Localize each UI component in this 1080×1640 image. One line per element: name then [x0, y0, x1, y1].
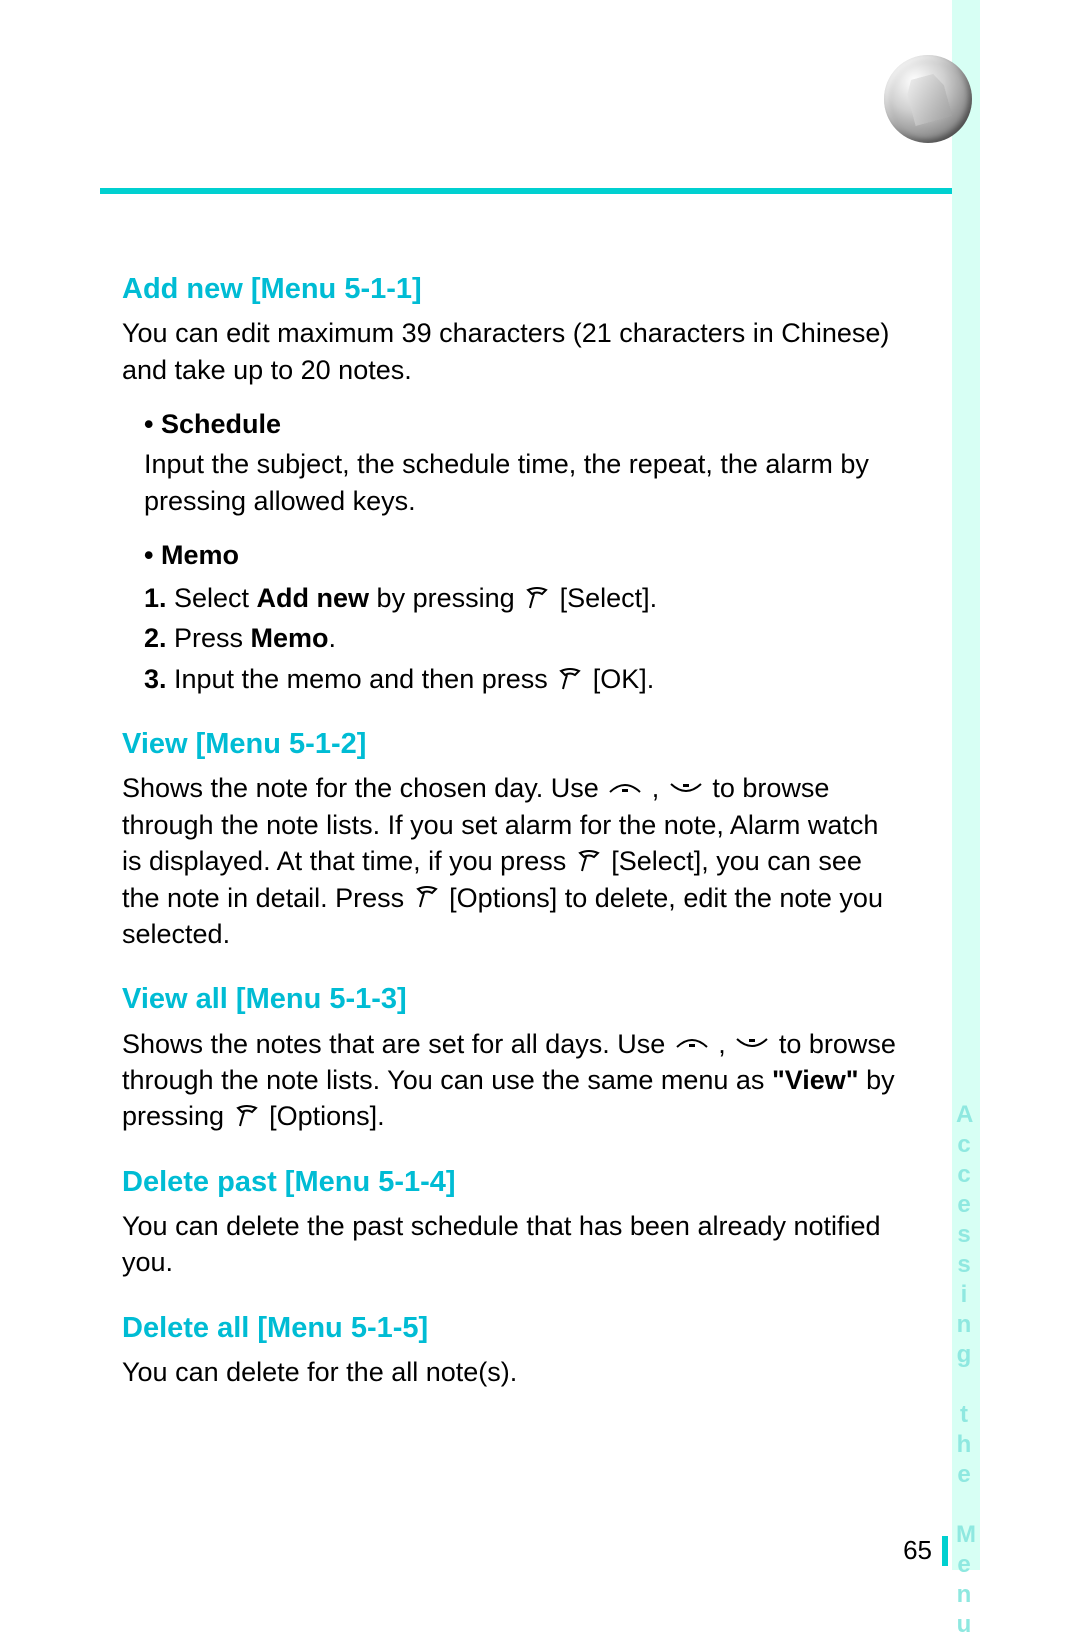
schedule-body: Input the subject, the schedule time, th… — [144, 446, 902, 519]
heading-view: View [Menu 5-1-2] — [122, 725, 902, 764]
memo-step3-text-a: Input the memo and then press — [174, 664, 555, 694]
view-text-a: Shows the note for the chosen day. Use — [122, 773, 606, 803]
memo-step1-text-d: [Select]. — [552, 583, 657, 613]
view-all-bold: "View" — [772, 1065, 859, 1095]
side-accent-stripe — [952, 0, 980, 1570]
page-content: Add new [Menu 5-1-1] You can edit maximu… — [122, 270, 902, 1398]
memo-steps: Select Add new by pressing [Select]. Pre… — [144, 580, 902, 697]
view-body: Shows the note for the chosen day. Use ,… — [122, 770, 902, 952]
delete-past-body: You can delete the past schedule that ha… — [122, 1208, 902, 1281]
schedule-heading: • Schedule — [144, 406, 902, 442]
left-softkey-icon — [576, 849, 602, 873]
memo-step2-text-c: . — [329, 623, 337, 653]
nav-down-icon — [735, 1035, 769, 1051]
header-rule — [100, 188, 952, 194]
view-all-body: Shows the notes that are set for all day… — [122, 1026, 902, 1135]
view-text-b: , — [644, 773, 667, 803]
add-new-intro: You can edit maximum 39 characters (21 c… — [122, 315, 902, 388]
left-softkey-icon — [557, 667, 583, 691]
left-softkey-icon — [414, 885, 440, 909]
memo-step-1: Select Add new by pressing [Select]. — [174, 580, 902, 616]
page-number-bar — [942, 1536, 948, 1566]
nav-down-icon — [669, 780, 703, 796]
memo-step-2: Press Memo. — [174, 620, 902, 656]
memo-step1-bold: Add new — [257, 583, 370, 613]
left-softkey-icon — [234, 1104, 260, 1128]
heading-delete-past: Delete past [Menu 5-1-4] — [122, 1163, 902, 1202]
left-softkey-icon — [524, 586, 550, 610]
memo-step2-text-a: Press — [174, 623, 251, 653]
delete-all-body: You can delete for the all note(s). — [122, 1354, 902, 1390]
memo-step2-bold: Memo — [251, 623, 329, 653]
memo-step1-text-a: Select — [174, 583, 257, 613]
nav-up-icon — [608, 780, 642, 796]
view-all-text-b: , — [711, 1029, 734, 1059]
heading-add-new: Add new [Menu 5-1-1] — [122, 270, 902, 309]
page-number-text: 65 — [903, 1535, 932, 1566]
nav-up-icon — [675, 1035, 709, 1051]
memo-step1-text-c: by pressing — [369, 583, 522, 613]
memo-heading: • Memo — [144, 537, 902, 573]
heading-delete-all: Delete all [Menu 5-1-5] — [122, 1309, 902, 1348]
memo-step-3: Input the memo and then press [OK]. — [174, 661, 902, 697]
heading-view-all: View all [Menu 5-1-3] — [122, 980, 902, 1019]
chapter-emblem-icon — [884, 55, 972, 143]
view-all-text-f: [Options]. — [262, 1101, 385, 1131]
memo-step3-text-b: [OK]. — [585, 664, 654, 694]
manual-page: Add new [Menu 5-1-1] You can edit maximu… — [0, 0, 1080, 1621]
view-all-text-a: Shows the notes that are set for all day… — [122, 1029, 673, 1059]
page-number: 65 — [903, 1535, 948, 1566]
